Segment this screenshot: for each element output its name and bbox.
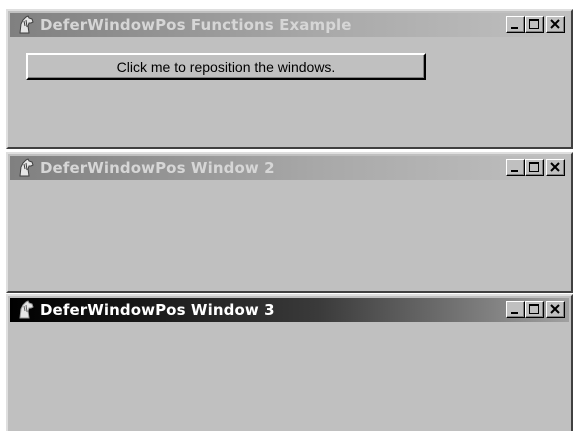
close-icon [550, 304, 560, 314]
window-title: DeferWindowPos Window 2 [40, 159, 275, 177]
caption-buttons [506, 301, 565, 318]
reposition-button[interactable]: Click me to reposition the windows. [26, 53, 426, 80]
title-bar[interactable]: DeferWindowPos Window 3 [10, 298, 569, 322]
minimize-icon [511, 170, 518, 172]
client-area [10, 323, 569, 429]
maximize-button[interactable] [525, 159, 544, 176]
client-area [10, 181, 569, 289]
horse-head-icon[interactable] [16, 300, 36, 320]
close-button[interactable] [546, 301, 565, 318]
window-title: DeferWindowPos Functions Example [40, 16, 352, 34]
close-button[interactable] [546, 16, 565, 33]
caption-buttons [506, 159, 565, 176]
horse-head-icon[interactable] [16, 158, 36, 178]
maximize-button[interactable] [525, 301, 544, 318]
title-bar[interactable]: DeferWindowPos Functions Example [10, 13, 569, 37]
window-title: DeferWindowPos Window 3 [40, 301, 275, 319]
caption-buttons [506, 16, 565, 33]
minimize-icon [511, 312, 518, 314]
minimize-button[interactable] [506, 301, 525, 318]
minimize-icon [511, 27, 518, 29]
maximize-icon [529, 162, 539, 172]
close-button[interactable] [546, 159, 565, 176]
window-3[interactable]: DeferWindowPos Window 3 [6, 294, 573, 431]
window-2[interactable]: DeferWindowPos Window 2 [6, 152, 573, 293]
close-icon [550, 162, 560, 172]
maximize-icon [529, 304, 539, 314]
title-bar[interactable]: DeferWindowPos Window 2 [10, 156, 569, 180]
horse-head-icon[interactable] [16, 15, 36, 35]
maximize-button[interactable] [525, 16, 544, 33]
minimize-button[interactable] [506, 159, 525, 176]
minimize-button[interactable] [506, 16, 525, 33]
maximize-icon [529, 19, 539, 29]
client-area: Click me to reposition the windows. [10, 38, 569, 145]
close-icon [550, 19, 560, 29]
main-window[interactable]: DeferWindowPos Functions Example Click m… [6, 9, 573, 149]
